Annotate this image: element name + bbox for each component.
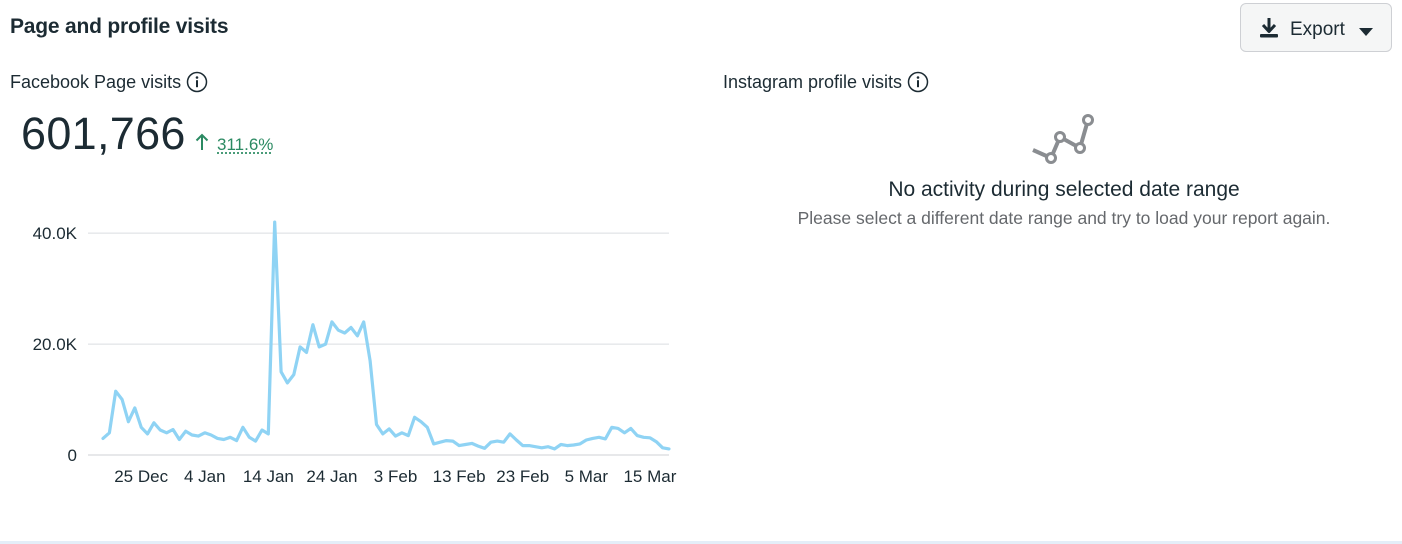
facebook-visits-total: 601,766 (21, 108, 186, 160)
facebook-visits-chart: 0 20.0K 40.0K 25 Dec 4 Jan 14 Jan 24 Jan 3 Feb… (0, 200, 700, 500)
series-line (103, 222, 669, 449)
empty-state-message: Please select a different date range and… (724, 208, 1402, 229)
change-percentage[interactable]: 311.6% (217, 135, 273, 155)
line-chart-icon (1030, 112, 1098, 173)
facebook-label-text: Facebook Page visits (10, 72, 181, 93)
x-tick-label: 25 Dec (114, 467, 168, 486)
download-icon (1258, 17, 1280, 44)
instagram-label-text: Instagram profile visits (723, 72, 902, 93)
x-tick-label: 15 Mar (623, 467, 676, 486)
arrow-up-icon (195, 133, 209, 156)
export-button[interactable]: Export (1240, 3, 1392, 52)
change-indicator: 311.6% (195, 133, 273, 156)
page-title: Page and profile visits (10, 15, 228, 39)
y-tick-label: 20.0K (33, 335, 78, 354)
info-icon[interactable] (186, 71, 208, 93)
x-tick-label: 23 Feb (496, 467, 549, 486)
x-tick-label: 14 Jan (243, 467, 294, 486)
x-tick-label: 5 Mar (565, 467, 609, 486)
x-tick-label: 4 Jan (184, 467, 226, 486)
info-icon[interactable] (907, 71, 929, 93)
export-label: Export (1290, 19, 1345, 41)
instagram-profile-visits-label: Instagram profile visits (723, 71, 929, 93)
y-tick-label: 40.0K (33, 224, 78, 243)
x-tick-label: 24 Jan (306, 467, 357, 486)
y-tick-label: 0 (68, 446, 77, 465)
facebook-page-visits-label: Facebook Page visits (10, 71, 208, 93)
caret-down-icon (1358, 24, 1374, 42)
empty-state-title: No activity during selected date range (724, 178, 1402, 202)
x-tick-label: 3 Feb (374, 467, 417, 486)
x-tick-label: 13 Feb (433, 467, 486, 486)
